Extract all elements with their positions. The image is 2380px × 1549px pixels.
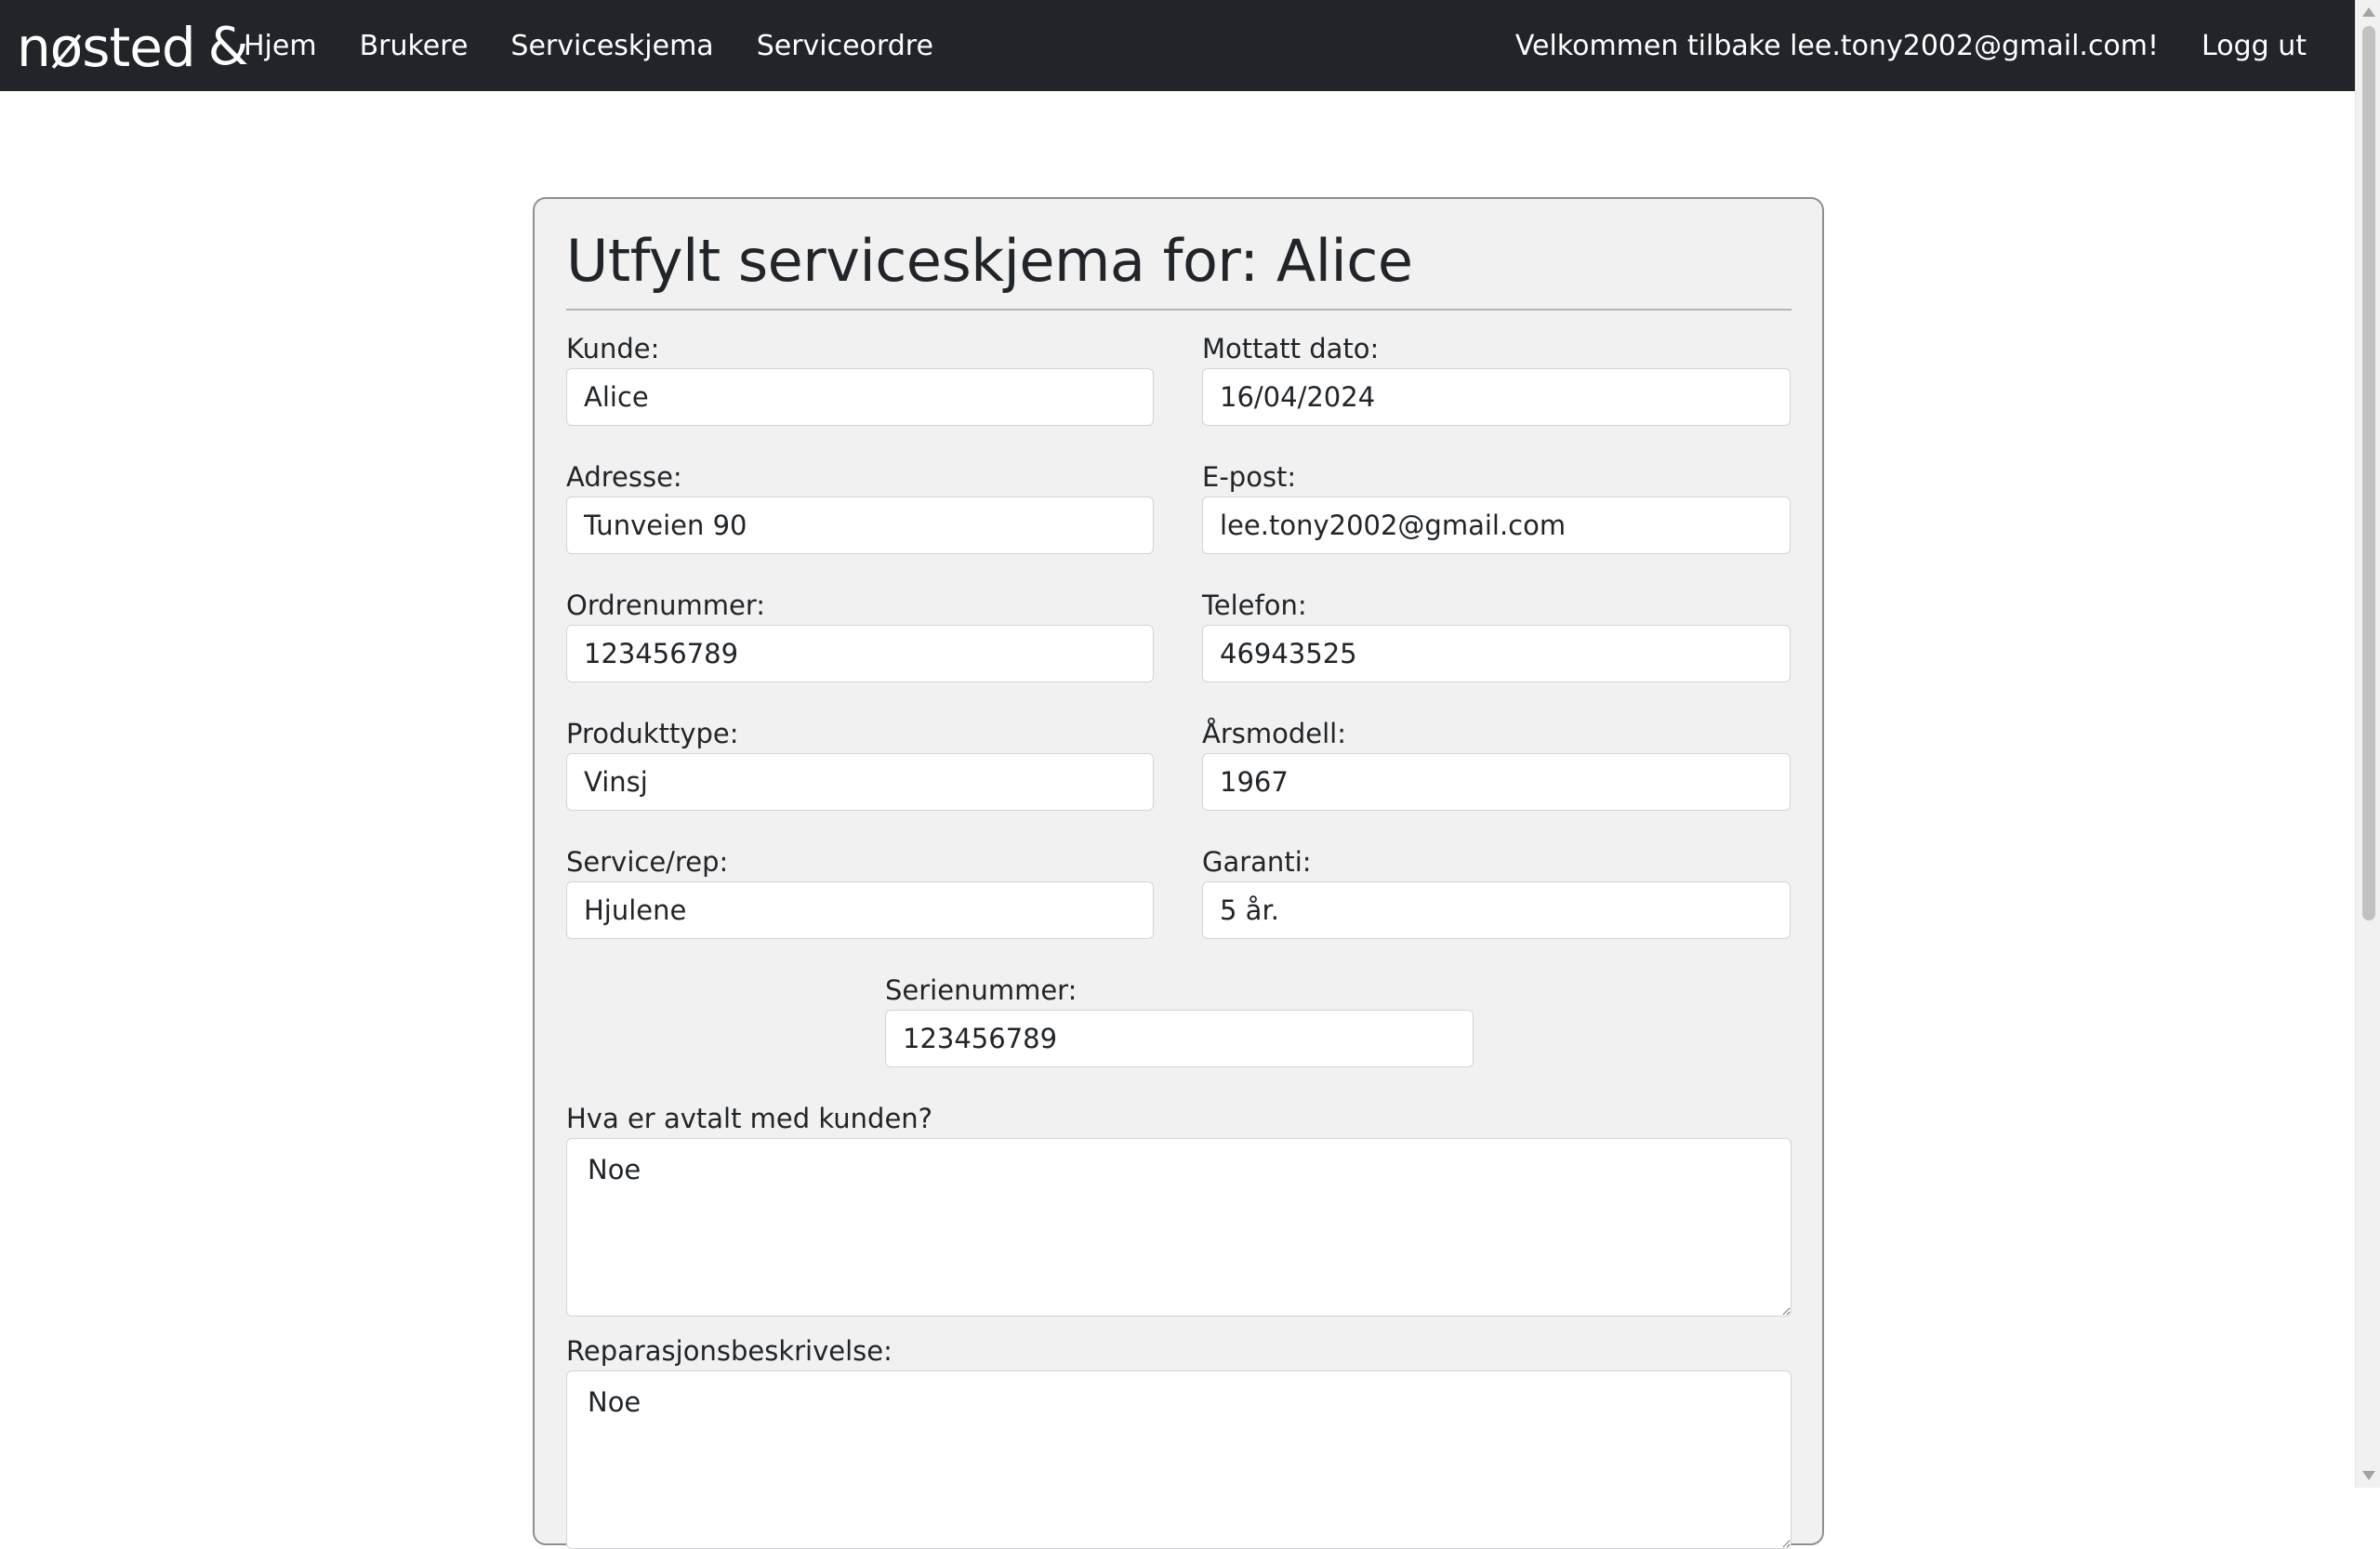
service-form-card: Utfylt serviceskjema for: Alice Kunde: M…	[533, 197, 1824, 1549]
scrollbar-thumb[interactable]	[2362, 26, 2375, 920]
nav-links: Hjem Brukere Serviceskjema Serviceordre	[244, 0, 976, 91]
telefon-field[interactable]	[1202, 625, 1791, 682]
mottatt-dato-field[interactable]	[1202, 368, 1791, 426]
mottatt-dato-label: Mottatt dato:	[1202, 333, 1380, 364]
title-divider	[566, 309, 1792, 311]
page-title: Utfylt serviceskjema for: Alice	[566, 227, 1413, 295]
garanti-field[interactable]	[1202, 881, 1791, 939]
brand-logo[interactable]: nøsted &	[17, 16, 249, 79]
top-navbar: nøsted & Hjem Brukere Serviceskjema Serv…	[0, 0, 2355, 91]
epost-label: E-post:	[1202, 461, 1297, 493]
arsmodell-field[interactable]	[1202, 753, 1791, 811]
serienummer-field[interactable]	[885, 1010, 1474, 1067]
produkttype-label: Produkttype:	[566, 718, 739, 749]
ordrenummer-field[interactable]	[566, 625, 1154, 682]
produkttype-field[interactable]	[566, 753, 1154, 811]
reparasjonsbeskrivelse-label: Reparasjonsbeskrivelse:	[566, 1335, 892, 1367]
kunde-label: Kunde:	[566, 333, 660, 364]
garanti-label: Garanti:	[1202, 846, 1312, 878]
arsmodell-label: Årsmodell:	[1202, 718, 1346, 749]
service-rep-label: Service/rep:	[566, 846, 729, 878]
ordrenummer-label: Ordrenummer:	[566, 589, 766, 621]
service-rep-field[interactable]	[566, 881, 1154, 939]
nav-user-area: Velkommen tilbake lee.tony2002@gmail.com…	[1515, 0, 2307, 91]
adresse-field[interactable]	[566, 496, 1154, 554]
logout-link[interactable]: Logg ut	[2202, 30, 2307, 62]
nav-link-serviceskjema[interactable]: Serviceskjema	[510, 30, 713, 62]
nav-link-hjem[interactable]: Hjem	[244, 30, 317, 62]
nav-link-serviceordre[interactable]: Serviceordre	[757, 30, 933, 62]
welcome-message: Velkommen tilbake lee.tony2002@gmail.com…	[1514, 29, 2160, 62]
kunde-field[interactable]	[566, 368, 1154, 426]
reparasjonsbeskrivelse-textarea[interactable]: Noe	[566, 1370, 1792, 1549]
epost-field[interactable]	[1202, 496, 1791, 554]
scroll-up-arrow-icon[interactable]	[2362, 7, 2375, 17]
telefon-label: Telefon:	[1202, 589, 1307, 621]
adresse-label: Adresse:	[566, 461, 682, 493]
avtalt-textarea[interactable]: Noe	[566, 1138, 1792, 1317]
brand-ampersand: &	[207, 17, 249, 77]
serienummer-label: Serienummer:	[885, 974, 1078, 1006]
page-scrollbar[interactable]	[2355, 0, 2380, 1488]
avtalt-label: Hva er avtalt med kunden?	[566, 1103, 933, 1134]
nav-link-brukere[interactable]: Brukere	[360, 30, 469, 62]
brand-name: nøsted	[17, 16, 196, 79]
scroll-down-arrow-icon[interactable]	[2362, 1471, 2375, 1480]
